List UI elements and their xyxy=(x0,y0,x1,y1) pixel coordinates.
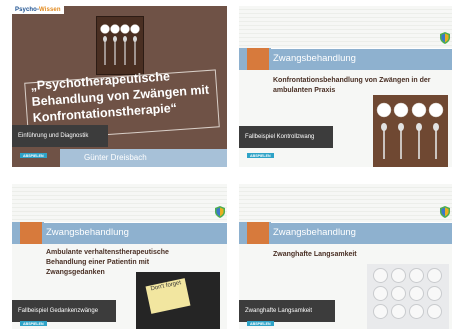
author-bar: Günter Dreisbach xyxy=(60,149,227,167)
video-label: Fallbeispiel Gedankenzwänge xyxy=(12,300,116,322)
video-card-introduction[interactable]: Psycho-Wissen „Psychotherapeutische Beha… xyxy=(12,6,227,167)
header-title: Zwangsbehandlung xyxy=(273,227,356,238)
play-button[interactable]: ABSPIELEN xyxy=(20,321,47,326)
play-button[interactable]: ABSPIELEN xyxy=(20,153,47,158)
sticky-note-photo: Don't forget xyxy=(136,272,220,329)
slide-header: Zwangsbehandlung xyxy=(239,48,452,70)
keypad-photo xyxy=(367,264,449,329)
header-title: Zwangsbehandlung xyxy=(273,53,356,64)
shield-badge-icon xyxy=(440,32,450,44)
slide-header: Zwangsbehandlung xyxy=(239,222,452,244)
header-accent xyxy=(247,48,269,70)
psycho-wissen-logo: Psycho-Wissen xyxy=(12,6,64,14)
header-title: Zwangsbehandlung xyxy=(46,227,129,238)
header-background xyxy=(239,184,452,224)
slide-subtitle: Konfrontationsbehandlung von Zwängen in … xyxy=(273,77,431,94)
slide-header: Zwangsbehandlung xyxy=(12,222,227,244)
video-label: Einführung und Diagnostik xyxy=(12,125,108,147)
header-accent xyxy=(20,222,42,244)
play-button[interactable]: ABSPIELEN xyxy=(247,321,274,326)
header-background xyxy=(12,184,227,224)
coffee-cups-photo xyxy=(96,16,144,75)
slide-subtitle: Zwanghafte Langsamkeit xyxy=(273,251,357,258)
header-background xyxy=(239,6,452,46)
shield-badge-icon xyxy=(215,206,225,218)
shield-badge-icon xyxy=(440,206,450,218)
header-accent xyxy=(247,222,269,244)
author-name: Günter Dreisbach xyxy=(84,153,147,162)
video-label: Zwanghafte Langsamkeit xyxy=(239,300,335,322)
coffee-cups-photo xyxy=(373,95,448,167)
note-text: Don't forget xyxy=(145,278,191,314)
video-label: Fallbeispiel Kontrollzwang xyxy=(239,126,333,148)
video-card-control-compulsion[interactable]: Zwangsbehandlung Konfrontationsbehandlun… xyxy=(239,6,452,167)
play-button[interactable]: ABSPIELEN xyxy=(247,153,274,158)
video-card-compulsive-slowness[interactable]: Zwangsbehandlung Zwanghafte Langsamkeit … xyxy=(239,184,452,329)
video-card-obsessive-thoughts[interactable]: Zwangsbehandlung Ambulante verhaltensthe… xyxy=(12,184,227,329)
